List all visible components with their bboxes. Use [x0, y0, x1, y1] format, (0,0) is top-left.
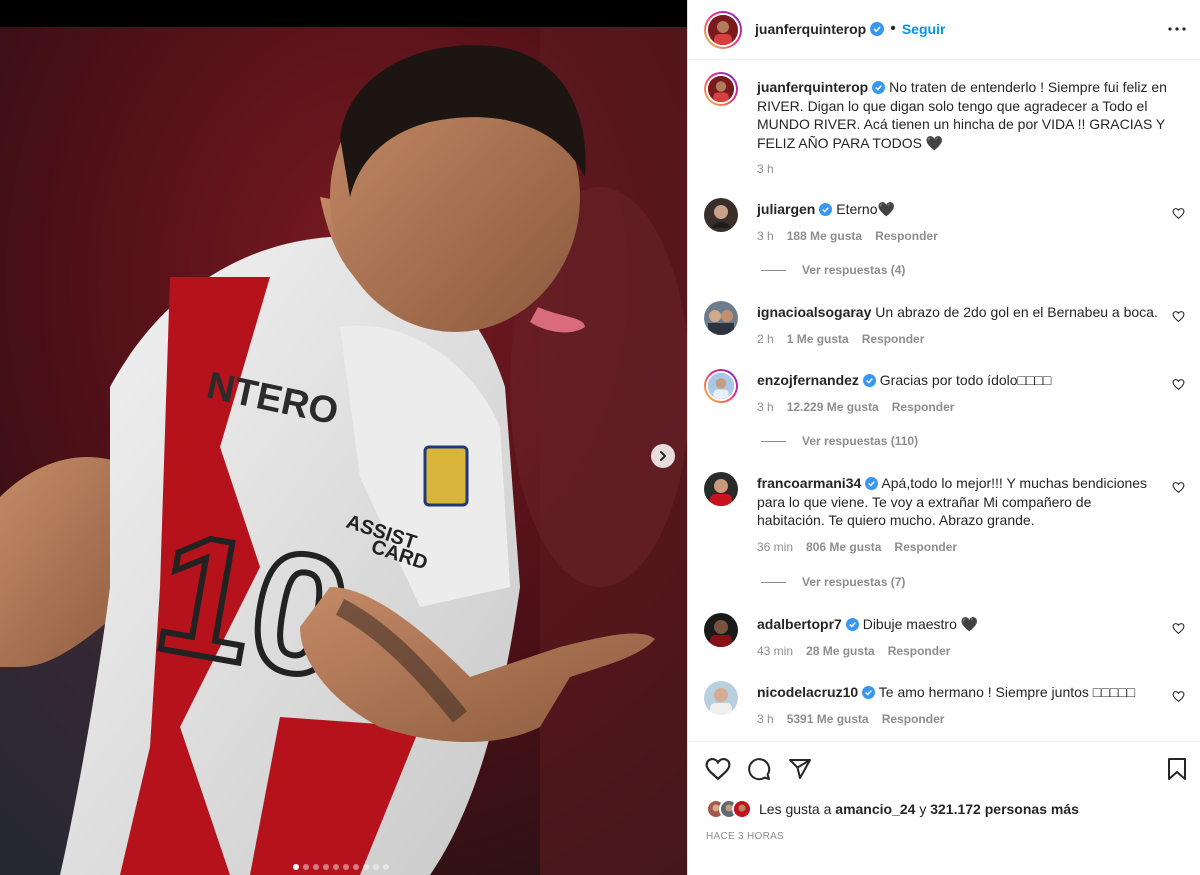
reply-button[interactable]: Responder: [888, 644, 951, 658]
follow-button[interactable]: Seguir: [902, 21, 946, 37]
instagram-post-modal: NTERO 10 ASSIST CARD juanferquinterop • …: [0, 0, 1200, 875]
comment-text: Gracias por todo ídolo□□□□: [879, 372, 1052, 388]
likes-count[interactable]: 321.172 personas más: [930, 801, 1079, 817]
comments-list[interactable]: juanferquinterop No traten de entenderlo…: [688, 61, 1200, 740]
comment-text: Eterno🖤: [836, 201, 895, 217]
comment-likes[interactable]: 1 Me gusta: [787, 332, 849, 346]
comment-time: 3 h: [757, 399, 774, 414]
slide-dot: [373, 864, 379, 870]
comment-avatar[interactable]: [704, 198, 738, 232]
caption-username[interactable]: juanferquinterop: [757, 79, 868, 95]
like-comment-icon[interactable]: [1172, 378, 1185, 391]
comment-username[interactable]: francoarmani34: [757, 475, 861, 491]
caption-meta: 3 h: [757, 160, 1167, 179]
reply-button[interactable]: Responder: [894, 540, 957, 554]
view-replies-label[interactable]: Ver respuestas (7): [802, 575, 905, 589]
slide-dot: [383, 864, 389, 870]
likes-conjunction: y: [919, 801, 927, 817]
comment-text: Un abrazo de 2do gol en el Bernabeu a bo…: [875, 304, 1158, 320]
liker-username[interactable]: amancio_24: [835, 801, 915, 817]
comment-text: Dibuje maestro 🖤: [862, 616, 979, 632]
likers-avatars: [706, 799, 752, 819]
comment-avatar[interactable]: [704, 681, 738, 715]
caption-avatar[interactable]: [704, 72, 738, 106]
comment-username[interactable]: juliargen: [757, 201, 815, 217]
comment-likes[interactable]: 5391 Me gusta: [787, 712, 869, 726]
comment-username[interactable]: adalbertopr7: [757, 616, 842, 632]
view-replies-button[interactable]: Ver respuestas (7): [761, 575, 905, 589]
verified-badge-icon: [845, 618, 859, 631]
more-options-icon[interactable]: [1167, 19, 1187, 39]
comment-username[interactable]: ignacioalsogaray: [757, 304, 871, 320]
post-time-ago[interactable]: HACE 3 HORAS: [706, 831, 784, 842]
save-bookmark-icon[interactable]: [1166, 757, 1188, 781]
like-comment-icon[interactable]: [1172, 622, 1185, 635]
post-header: juanferquinterop • Seguir: [688, 0, 1200, 60]
like-heart-icon[interactable]: [705, 757, 731, 781]
slide-dot: [353, 864, 359, 870]
reply-button[interactable]: Responder: [892, 400, 955, 414]
like-comment-icon[interactable]: [1172, 310, 1185, 323]
slide-dot: [363, 864, 369, 870]
comment-likes[interactable]: 188 Me gusta: [787, 229, 862, 243]
verified-badge-icon: [862, 374, 876, 387]
comment-time: 43 min: [757, 643, 794, 658]
verified-badge-icon: [870, 22, 885, 36]
comment-likes[interactable]: 12.229 Me gusta: [787, 400, 879, 414]
reply-button[interactable]: Responder: [875, 229, 938, 243]
author-username[interactable]: juanferquinterop: [755, 21, 866, 37]
slide-dot: [333, 864, 339, 870]
slide-dot: [343, 864, 349, 870]
chevron-right-icon: [660, 451, 666, 461]
post-actions: Les gusta a amancio_24 y 321.172 persona…: [688, 741, 1200, 875]
view-replies-label[interactable]: Ver respuestas (110): [802, 434, 918, 448]
view-replies-button[interactable]: Ver respuestas (110): [761, 434, 918, 448]
like-comment-icon[interactable]: [1172, 481, 1185, 494]
post-sidebar: juanferquinterop • Seguir juanferquinter…: [687, 0, 1200, 875]
post-photo[interactable]: NTERO 10 ASSIST CARD: [0, 27, 687, 875]
comment-username[interactable]: enzojfernandez: [757, 372, 859, 388]
share-icon[interactable]: [788, 757, 812, 781]
comment-avatar[interactable]: [704, 472, 738, 506]
likes-prefix: Les gusta a: [759, 801, 832, 817]
verified-badge-icon: [819, 203, 833, 216]
comment-likes[interactable]: 28 Me gusta: [806, 644, 875, 658]
comment-time: 2 h: [757, 331, 774, 346]
post-media: NTERO 10 ASSIST CARD: [0, 0, 687, 875]
replies-line: [761, 581, 786, 583]
view-replies-label[interactable]: Ver respuestas (4): [802, 263, 905, 277]
verified-badge-icon: [865, 477, 879, 490]
slide-dot: [323, 864, 329, 870]
comment-time: 3 h: [757, 711, 774, 726]
replies-line: [761, 269, 786, 271]
comment-username[interactable]: nicodelacruz10: [757, 684, 858, 700]
likes-summary: Les gusta a amancio_24 y 321.172 persona…: [706, 799, 1079, 819]
comment-avatar[interactable]: [704, 369, 738, 403]
comment-avatar[interactable]: [704, 301, 738, 335]
slide-dot: [303, 864, 309, 870]
slide-dot: [293, 864, 299, 870]
reply-button[interactable]: Responder: [882, 712, 945, 726]
comment-likes[interactable]: 806 Me gusta: [806, 540, 881, 554]
media-top-bar: [0, 0, 687, 27]
caption-time: 3 h: [757, 162, 774, 176]
comment-time: 36 min: [757, 539, 794, 554]
comment-time: 3 h: [757, 228, 774, 243]
comment-icon[interactable]: [747, 757, 771, 781]
author-avatar[interactable]: [704, 11, 742, 49]
separator-dot: •: [890, 20, 896, 37]
view-replies-button[interactable]: Ver respuestas (4): [761, 263, 905, 277]
reply-button[interactable]: Responder: [862, 332, 925, 346]
comment-avatar[interactable]: [704, 613, 738, 647]
next-slide-button[interactable]: [651, 444, 675, 468]
slide-indicator: [293, 864, 389, 870]
like-comment-icon[interactable]: [1172, 690, 1185, 703]
replies-line: [761, 440, 786, 442]
verified-badge-icon: [862, 686, 876, 699]
slide-dot: [313, 864, 319, 870]
verified-badge-icon: [872, 81, 886, 94]
comment-text: Te amo hermano ! Siempre juntos □□□□□: [878, 684, 1136, 700]
like-comment-icon[interactable]: [1172, 207, 1185, 220]
